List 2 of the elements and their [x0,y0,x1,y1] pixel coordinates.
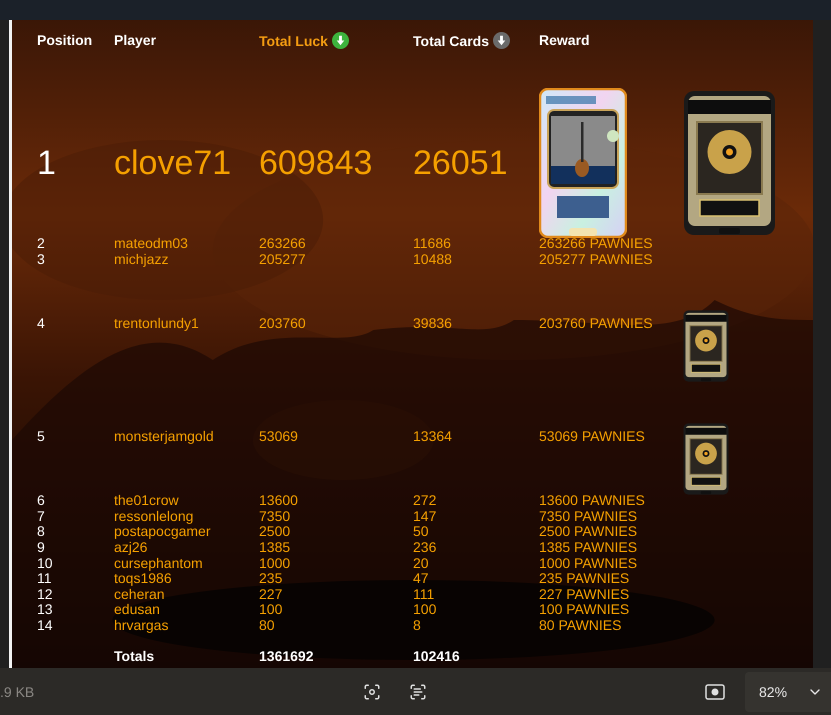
zoom-dropdown[interactable]: 82% [745,672,831,712]
file-size: .9 KB [0,684,34,700]
